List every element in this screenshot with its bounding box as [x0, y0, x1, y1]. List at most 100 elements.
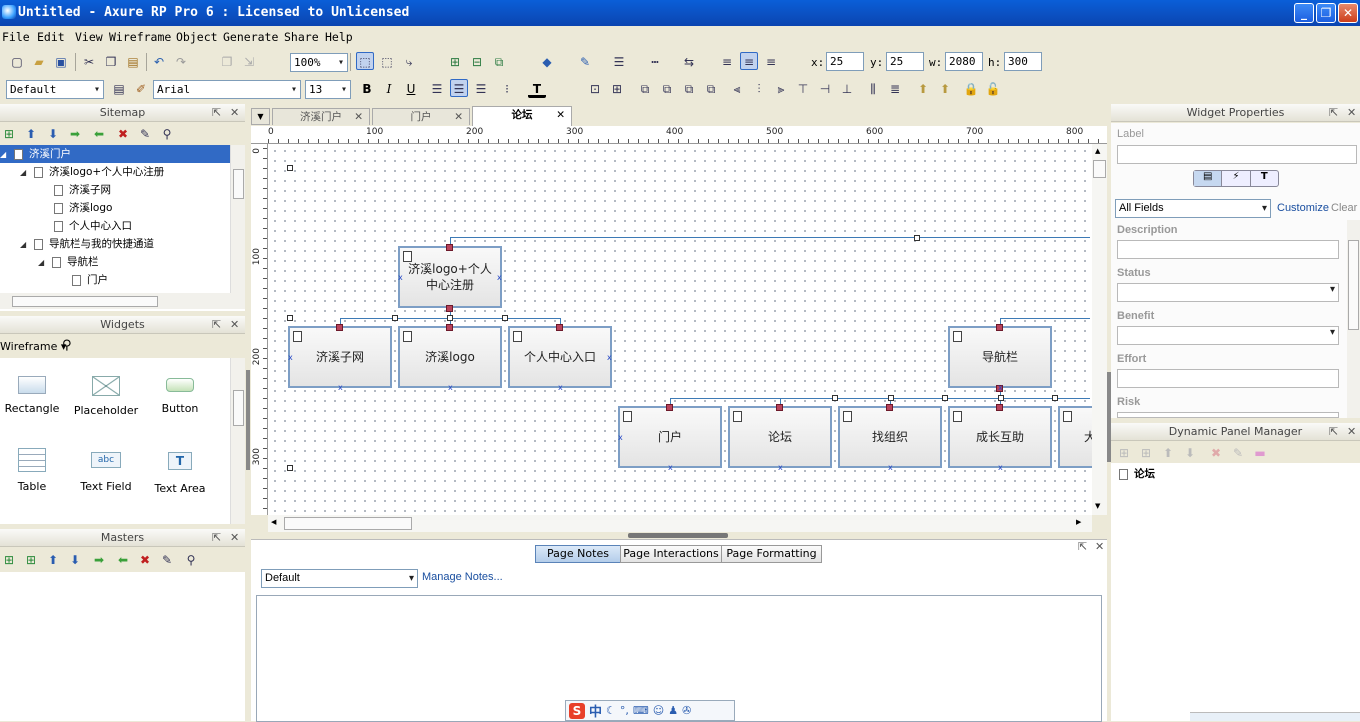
menu-share[interactable]: Share — [284, 30, 319, 44]
order-icon[interactable]: ⧉ — [490, 53, 508, 71]
align-objects-center-icon[interactable]: ⫶ — [750, 80, 768, 98]
tab-page[interactable]: 济溪门户 ✕ — [272, 108, 370, 125]
connector-mode-icon[interactable]: ⤷ — [400, 53, 418, 71]
description-input[interactable] — [1117, 240, 1339, 259]
move-down-icon[interactable]: ⬇ — [44, 125, 62, 143]
line-color-icon[interactable]: ✎ — [576, 53, 594, 71]
flow-box[interactable]: 个人中心入口 — [508, 326, 612, 388]
clear-link[interactable]: Clear — [1331, 202, 1357, 214]
redo-icon[interactable]: ↷ — [172, 53, 190, 71]
align-bottom-icon[interactable]: ≡ — [762, 53, 780, 71]
move-up-icon[interactable]: ⬆ — [44, 551, 62, 569]
tools-icon[interactable]: ✇ — [682, 704, 691, 717]
undo-icon[interactable]: ↶ — [150, 53, 168, 71]
close-icon[interactable]: ✕ — [1347, 104, 1356, 122]
tree-item[interactable]: ◢ 导航栏 — [38, 253, 99, 271]
outdent-icon[interactable]: ⬅ — [90, 125, 108, 143]
snap-icon[interactable]: ⊡ — [586, 80, 604, 98]
connector-icon[interactable]: ⇲ — [240, 53, 258, 71]
unlock-icon[interactable]: 🔓 — [984, 80, 1002, 98]
menu-generate[interactable]: Generate — [223, 30, 278, 44]
fill-color-icon[interactable]: ◆ — [538, 53, 556, 71]
tab-list-icon[interactable]: ▼ — [251, 108, 270, 125]
notes-splitter[interactable] — [628, 533, 728, 538]
align-objects-middle-icon[interactable]: ⊣ — [816, 80, 834, 98]
align-center-icon[interactable]: ☰ — [450, 79, 468, 97]
pin-icon[interactable]: ⇱ — [212, 104, 221, 122]
close-icon[interactable]: ✕ — [1347, 423, 1356, 441]
pin-icon[interactable]: ⇱ — [1329, 423, 1338, 441]
distribute-v-icon[interactable]: ≣ — [886, 80, 904, 98]
flow-box[interactable]: 济溪子网 — [288, 326, 392, 388]
lock-icon[interactable]: 🔒 — [962, 80, 980, 98]
cut-icon[interactable]: ✂ — [80, 53, 98, 71]
tab-page-formatting[interactable]: Page Formatting — [721, 545, 822, 563]
search-icon[interactable]: ⚲ — [62, 338, 72, 353]
scroll-left-icon[interactable]: ◀ — [271, 518, 276, 526]
close-icon[interactable]: ✕ — [354, 109, 363, 126]
scroll-right-icon[interactable]: ▶ — [1076, 518, 1081, 526]
forward-icon[interactable]: ⧉ — [680, 80, 698, 98]
sitemap-vscroll[interactable] — [230, 145, 245, 293]
menu-help[interactable]: Help — [325, 30, 353, 44]
notes-tab-icon[interactable]: ▤ — [1194, 171, 1223, 186]
tree-item[interactable]: ◢ 导航栏与我的快捷通道 — [20, 235, 154, 253]
tab-page-interactions[interactable]: Page Interactions — [620, 545, 722, 563]
move-down-icon[interactable]: ⬇ — [66, 551, 84, 569]
benefit-select[interactable] — [1117, 326, 1339, 345]
punctuation-icon[interactable]: °, — [620, 704, 629, 717]
text-tab-icon[interactable]: T — [1251, 171, 1278, 186]
add-page-icon[interactable]: ⊞ — [0, 125, 18, 143]
align-left-icon[interactable]: ☰ — [428, 80, 446, 98]
tree-item[interactable]: 济溪子网 — [54, 181, 111, 199]
search-icon[interactable]: ⚲ — [158, 125, 176, 143]
edit-icon[interactable]: ✎ — [1229, 444, 1247, 462]
flow-box[interactable]: 门户 — [618, 406, 722, 468]
dpm-item[interactable]: 论坛 — [1119, 465, 1155, 483]
widget-placeholder[interactable]: Placeholder — [72, 376, 140, 417]
paste-icon[interactable]: ▤ — [124, 53, 142, 71]
minimize-button[interactable]: _ — [1294, 3, 1314, 23]
flow-box[interactable]: 找组织 — [838, 406, 942, 468]
menu-file[interactable]: File — [2, 30, 30, 44]
delete-page-icon[interactable]: ✖ — [114, 125, 132, 143]
flip-icon[interactable]: ⬆ — [914, 80, 932, 98]
canvas-hscroll[interactable]: ◀ ▶ — [268, 515, 1092, 532]
bullets-icon[interactable]: ⁝ — [498, 80, 516, 98]
align-objects-right-icon[interactable]: ⫸ — [772, 80, 790, 98]
flow-box[interactable]: 导航栏 — [948, 326, 1052, 388]
user-icon[interactable]: ☺ — [653, 704, 664, 717]
label-input[interactable] — [1117, 145, 1357, 164]
notes-select[interactable]: Default — [261, 569, 418, 588]
manage-notes-link[interactable]: Manage Notes... — [422, 571, 503, 583]
align-top-icon[interactable]: ≡ — [718, 53, 736, 71]
pin-icon[interactable]: ⇱ — [212, 529, 221, 547]
widget-button[interactable]: Button — [150, 376, 210, 415]
distribute-h-icon[interactable]: ⫼ — [864, 80, 882, 98]
widget-table[interactable]: Table — [2, 448, 62, 493]
send-back-icon[interactable]: ⧉ — [658, 80, 676, 98]
widget-text-field[interactable]: abc Text Field — [72, 452, 140, 493]
indent-icon[interactable]: ➡ — [66, 125, 84, 143]
tree-item[interactable]: ◢ 济溪logo+个人中心注册 — [20, 163, 164, 181]
canvas-vscroll[interactable]: ▲ ▼ — [1092, 144, 1107, 515]
sitemap-hscroll[interactable] — [0, 293, 245, 309]
tree-item[interactable]: 济溪logo — [54, 199, 112, 217]
flow-box[interactable]: 大 — [1058, 406, 1092, 468]
close-icon[interactable]: ✕ — [1095, 540, 1104, 553]
align-right-icon[interactable]: ☰ — [472, 80, 490, 98]
rename-icon[interactable]: ✎ — [136, 125, 154, 143]
style-editor-icon[interactable]: ▤ — [110, 80, 128, 98]
bring-front-icon[interactable]: ⧉ — [636, 80, 654, 98]
new-icon[interactable]: ▢ — [8, 53, 26, 71]
move-down-icon[interactable]: ⬇ — [1181, 444, 1199, 462]
fields-select[interactable]: All Fields — [1115, 199, 1271, 218]
tree-item[interactable]: ◢ 济溪门户 — [0, 145, 230, 163]
add-folder-icon[interactable]: ⊞ — [22, 551, 40, 569]
line-width-icon[interactable]: ☰ — [610, 53, 628, 71]
tab-page[interactable]: 门户 ✕ — [372, 108, 470, 125]
tab-page-active[interactable]: 论坛 ✕ — [472, 106, 572, 126]
copy-icon[interactable]: ❐ — [102, 53, 120, 71]
widget-text-area[interactable]: T Text Area — [150, 452, 210, 495]
customize-link[interactable]: Customize — [1277, 202, 1329, 214]
